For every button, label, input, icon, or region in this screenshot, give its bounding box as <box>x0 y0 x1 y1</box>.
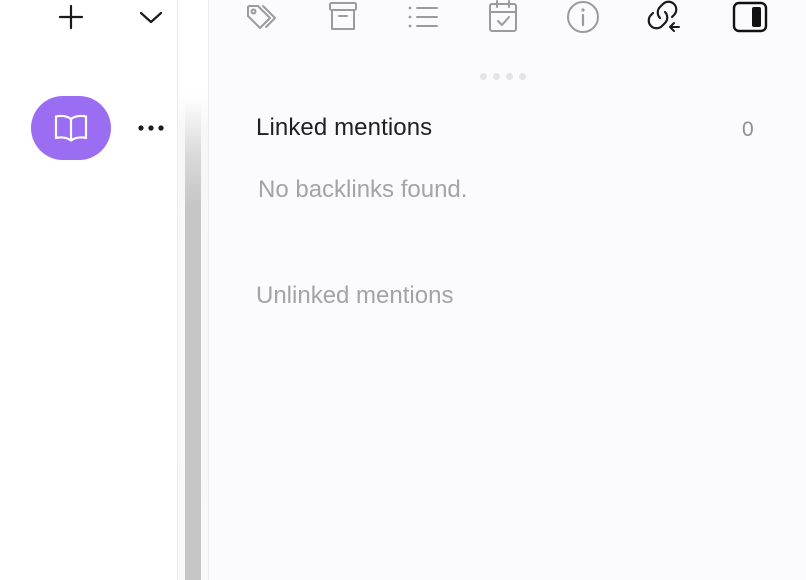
tags-icon <box>247 5 276 29</box>
tags-button[interactable] <box>242 0 284 34</box>
linked-mentions-count: 0 <box>742 118 754 141</box>
calendar-check-icon <box>489 0 517 32</box>
empty-state-message: No backlinks found. <box>258 176 468 203</box>
linked-mentions-title: Linked mentions <box>256 114 433 141</box>
info-button[interactable] <box>562 0 604 34</box>
calendar-button[interactable] <box>482 0 524 34</box>
archive-icon <box>329 2 357 30</box>
plus-icon <box>58 4 84 30</box>
sidebar-toggle-button[interactable] <box>726 0 774 34</box>
chevron-down-icon <box>139 11 163 24</box>
backlinks-button[interactable] <box>642 0 684 34</box>
archive-button[interactable] <box>322 0 364 34</box>
outline-button[interactable] <box>402 0 444 34</box>
info-icon <box>567 1 599 33</box>
unlinked-mentions-toggle[interactable]: Unlinked mentions <box>256 282 453 310</box>
list-icon <box>408 6 438 28</box>
sidebar-toggle-icon <box>732 1 768 33</box>
panel-drag-handle[interactable] <box>480 72 536 80</box>
new-button[interactable] <box>50 0 92 34</box>
more-button[interactable] <box>132 112 170 144</box>
link-backlinks-icon <box>647 0 680 32</box>
reader-mode-button[interactable] <box>31 96 111 160</box>
dropdown-button[interactable] <box>130 0 172 34</box>
scrollbar-thumb[interactable] <box>185 96 201 580</box>
more-horizontal-icon <box>138 125 164 131</box>
book-open-icon <box>54 114 88 142</box>
left-pane <box>0 0 178 580</box>
